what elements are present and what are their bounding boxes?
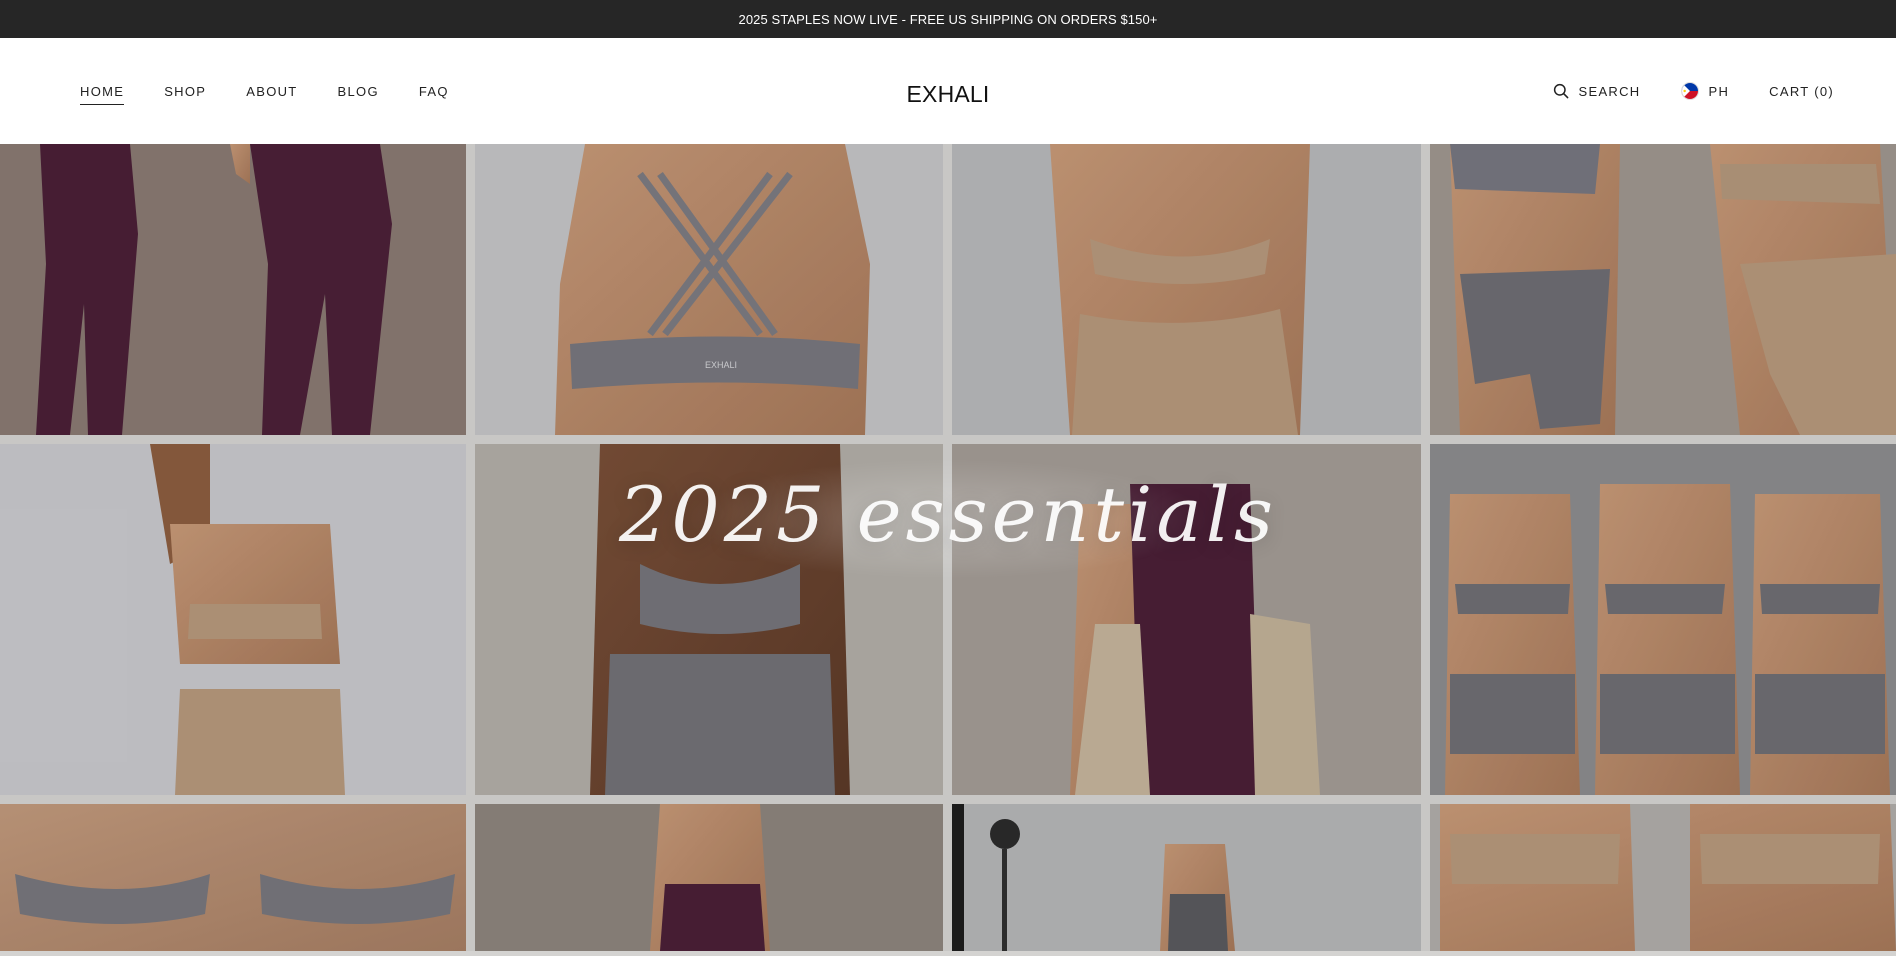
philippines-flag-icon: [1680, 82, 1699, 100]
hero-headline: 2025 essentials: [619, 470, 1277, 559]
announcement-text: 2025 STAPLES NOW LIVE - FREE US SHIPPING…: [738, 11, 1158, 27]
cart-button[interactable]: CART (0): [1769, 84, 1834, 99]
site-header: HOME SHOP ABOUT BLOG FAQ EXHALI SEARCH P…: [0, 38, 1896, 144]
country-code: PH: [1708, 83, 1730, 99]
header-actions: SEARCH PH CART (0): [1553, 38, 1834, 144]
main-nav: HOME SHOP ABOUT BLOG FAQ: [80, 38, 449, 144]
search-icon: [1553, 83, 1568, 99]
nav-faq[interactable]: FAQ: [419, 78, 449, 105]
cart-label: CART (0): [1769, 83, 1834, 99]
search-button[interactable]: SEARCH: [1553, 83, 1641, 99]
country-selector[interactable]: PH: [1680, 82, 1730, 100]
nav-blog[interactable]: BLOG: [338, 78, 379, 105]
nav-shop[interactable]: SHOP: [164, 78, 206, 105]
nav-home[interactable]: HOME: [80, 78, 125, 105]
announcement-bar: 2025 STAPLES NOW LIVE - FREE US SHIPPING…: [0, 0, 1896, 38]
nav-about[interactable]: ABOUT: [246, 78, 297, 105]
search-label: SEARCH: [1578, 83, 1641, 99]
